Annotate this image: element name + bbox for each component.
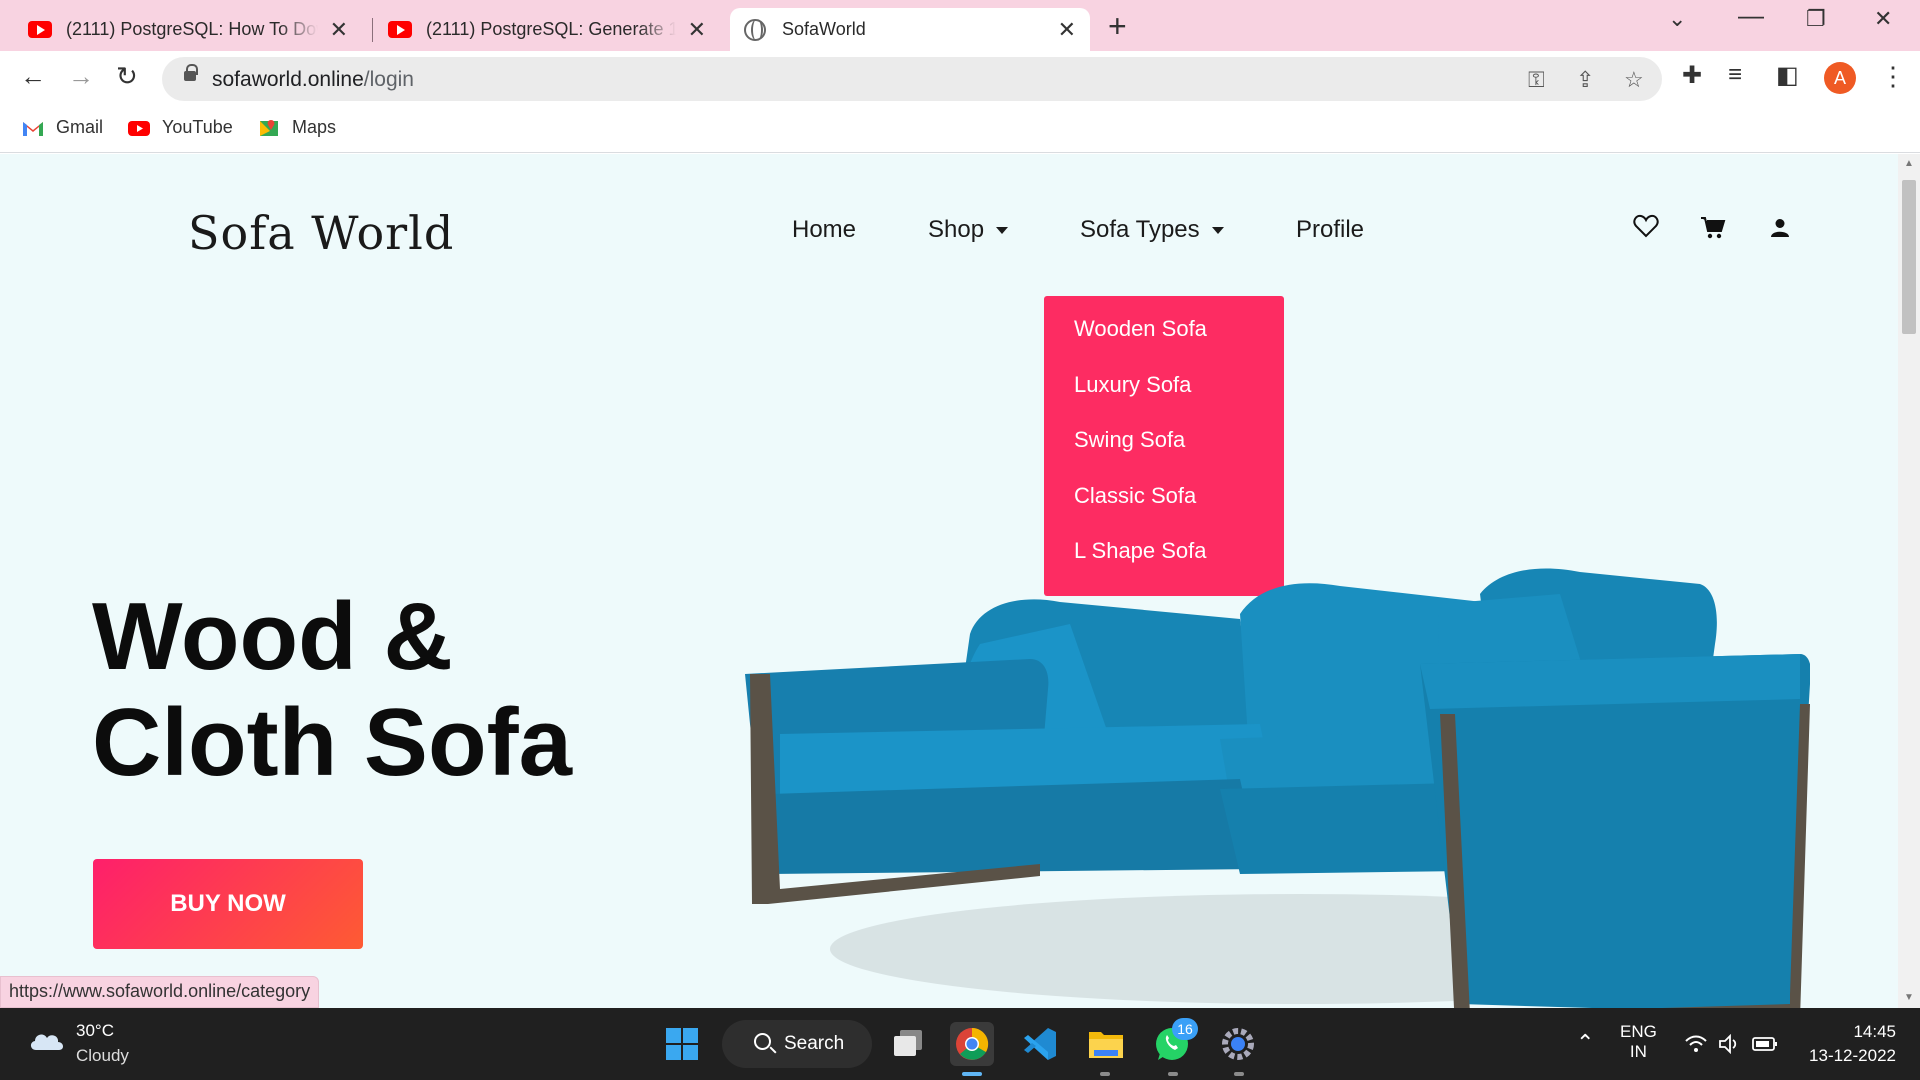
hero-title: Wood & Cloth Sofa (92, 583, 572, 796)
nav-sofa-types[interactable]: Sofa Types (1080, 216, 1224, 244)
address-bar[interactable]: sofaworld.online/login ⚿ ⇪ ☆ (162, 57, 1662, 101)
maps-icon (260, 119, 278, 136)
task-view-icon[interactable] (886, 1022, 930, 1066)
tab-postgres-download[interactable]: (2111) PostgreSQL: How To Download ✕ (14, 8, 362, 51)
sofaworld-page: Sofa World Home Shop Sofa Types Profile … (0, 154, 1898, 1008)
chrome-icon (956, 1027, 989, 1060)
bookmark-label: YouTube (162, 117, 233, 137)
dropdown-item-luxury-sofa[interactable]: Luxury Sofa (1044, 370, 1284, 426)
scroll-up-icon[interactable]: ▲ (1904, 158, 1914, 169)
user-icon[interactable] (1770, 218, 1790, 238)
tab-sofaworld[interactable]: SofaWorld ✕ (730, 8, 1090, 51)
search-icon (754, 1033, 771, 1050)
profile-avatar[interactable]: A (1824, 62, 1856, 94)
page-scrollbar[interactable]: ▲ ▼ (1898, 154, 1920, 1008)
youtube-icon (128, 120, 150, 136)
youtube-icon (388, 21, 412, 38)
settings-icon[interactable] (1216, 1022, 1260, 1066)
close-tab-icon[interactable]: ✕ (330, 17, 348, 43)
bookmark-label: Maps (292, 117, 337, 137)
youtube-icon (28, 21, 52, 38)
scroll-down-icon[interactable]: ▼ (1904, 992, 1914, 1003)
bookmarks-bar: Gmail YouTube Maps (0, 107, 1920, 153)
gmail-icon (23, 121, 43, 136)
heart-icon[interactable] (1633, 214, 1659, 238)
volume-icon[interactable] (1718, 1034, 1742, 1054)
nav-profile[interactable]: Profile (1296, 216, 1364, 244)
cart-icon[interactable] (1700, 216, 1726, 240)
menu-icon[interactable]: ⋮ (1880, 61, 1906, 92)
vscode-icon[interactable] (1018, 1022, 1062, 1066)
close-tab-icon[interactable]: ✕ (1058, 17, 1076, 43)
caret-down-icon (996, 226, 1009, 234)
whatsapp-badge: 16 (1172, 1018, 1198, 1040)
tab-title: SofaWorld (782, 19, 866, 39)
dropdown-item-wooden-sofa[interactable]: Wooden Sofa (1044, 314, 1284, 370)
extensions-icon[interactable]: ✚ (1682, 61, 1702, 90)
tab-postgres-generate[interactable]: (2111) PostgreSQL: Generate 100 ✕ (374, 8, 720, 51)
key-icon[interactable]: ⚿ (1528, 67, 1545, 93)
cloud-icon (30, 1034, 64, 1050)
status-url: https://www.sofaworld.online/category (0, 976, 320, 1008)
tab-title: (2111) PostgreSQL: Generate 100 (426, 19, 676, 39)
bookmark-gmail[interactable]: Gmail (22, 117, 103, 138)
show-hidden-icons-icon[interactable]: ⌃ (1576, 1030, 1594, 1056)
battery-icon[interactable] (1752, 1036, 1778, 1052)
star-icon[interactable]: ☆ (1624, 67, 1644, 93)
bookmark-youtube[interactable]: YouTube (128, 117, 233, 138)
buy-now-button[interactable]: BUY NOW (93, 859, 363, 949)
globe-icon (744, 18, 766, 41)
reload-icon[interactable]: ↻ (116, 61, 138, 92)
weather-temperature[interactable]: 30°C (76, 1021, 114, 1041)
file-explorer-icon[interactable] (1084, 1022, 1128, 1066)
bookmark-label: Gmail (56, 117, 104, 137)
language-indicator[interactable]: ENG IN (1620, 1022, 1657, 1062)
close-tab-icon[interactable]: ✕ (688, 17, 706, 43)
browser-toolbar: ← → ↻ sofaworld.online/login ⚿ ⇪ ☆ ✚ ≡ ◧… (0, 51, 1920, 107)
caret-down-icon (1211, 226, 1224, 234)
url-text[interactable]: sofaworld.online/login (212, 68, 414, 92)
share-icon[interactable]: ⇪ (1576, 67, 1594, 93)
close-window-button[interactable]: ✕ (1874, 6, 1892, 32)
back-icon[interactable]: ← (20, 61, 46, 92)
restore-button[interactable]: ❐ (1806, 6, 1826, 32)
side-panel-icon[interactable]: ◧ (1776, 61, 1799, 90)
tab-title: (2111) PostgreSQL: How To Download (66, 19, 318, 39)
taskbar-search[interactable]: Search (722, 1020, 872, 1068)
windows-taskbar: 30°C Cloudy Search 16 ⌃ ENG IN 14:45 13-… (0, 1008, 1920, 1080)
site-logo[interactable]: Sofa World (188, 206, 454, 260)
forward-icon[interactable]: → (68, 61, 94, 92)
chrome-taskbar-button[interactable] (950, 1022, 994, 1066)
minimize-button[interactable]: — (1738, 0, 1764, 31)
tab-strip: (2111) PostgreSQL: How To Download ✕ (21… (0, 0, 1920, 51)
media-control-icon[interactable]: ≡ (1728, 61, 1742, 89)
sofa-image (745, 568, 1810, 1008)
weather-condition[interactable]: Cloudy (76, 1046, 129, 1066)
scrollbar-thumb[interactable] (1902, 180, 1916, 334)
lock-icon (184, 64, 198, 81)
bookmark-maps[interactable]: Maps (258, 117, 336, 138)
tab-search-icon[interactable]: ⌄ (1668, 6, 1686, 32)
clock[interactable]: 14:45 13-12-2022 (1804, 1022, 1896, 1066)
windows-start-icon[interactable] (660, 1022, 704, 1066)
dropdown-item-swing-sofa[interactable]: Swing Sofa (1044, 425, 1284, 481)
nav-shop[interactable]: Shop (928, 216, 1009, 244)
new-tab-button[interactable]: + (1108, 8, 1127, 45)
nav-home[interactable]: Home (792, 216, 856, 244)
wifi-icon[interactable] (1684, 1034, 1708, 1054)
